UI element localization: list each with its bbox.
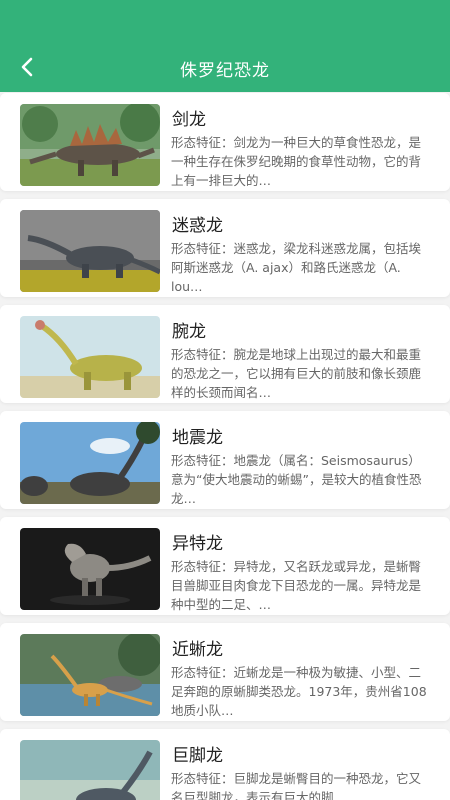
- dinosaur-thumbnail: [20, 422, 160, 504]
- list-item[interactable]: 地震龙 形态特征：地震龙（属名：Seismosaurus）意为“使大地震动的蜥蜴…: [0, 411, 450, 509]
- dinosaur-name: 地震龙: [172, 428, 223, 448]
- dinosaur-description: 形态特征：近蜥龙是一种极为敏捷、小型、二足奔跑的原蜥脚类恐龙。1973年，贵州省…: [171, 665, 427, 718]
- list-item[interactable]: 腕龙 形态特征：腕龙是地球上出现过的最大和最重的恐龙之一，它以拥有巨大的前肢和像…: [0, 305, 450, 403]
- dinosaur-name: 异特龙: [172, 534, 223, 554]
- dinosaur-name: 腕龙: [172, 322, 206, 342]
- list-item[interactable]: 剑龙 形态特征：剑龙为一种巨大的草食性恐龙，是一种生存在侏罗纪晚期的食草性动物，…: [0, 93, 450, 191]
- dinosaur-name: 近蜥龙: [172, 640, 223, 660]
- page-title: 侏罗纪恐龙: [180, 61, 270, 81]
- list-item[interactable]: 迷惑龙 形态特征：迷惑龙，梁龙科迷惑龙属，包括埃阿斯迷惑龙（A. ajax）和路…: [0, 199, 450, 297]
- dinosaur-name: 迷惑龙: [172, 216, 223, 236]
- app-header: 侏罗纪恐龙: [0, 0, 450, 92]
- list-item[interactable]: 巨脚龙 形态特征：巨脚龙是蜥臀目的一种恐龙，它又名巨型脚龙，表示有巨大的脚…: [0, 729, 450, 800]
- dinosaur-description: 形态特征：巨脚龙是蜥臀目的一种恐龙，它又名巨型脚龙，表示有巨大的脚…: [171, 771, 422, 800]
- dinosaur-thumbnail: [20, 634, 160, 716]
- dinosaur-thumbnail: [20, 316, 160, 398]
- dinosaur-description: 形态特征：迷惑龙，梁龙科迷惑龙属，包括埃阿斯迷惑龙（A. ajax）和路氏迷惑龙…: [171, 241, 422, 294]
- dinosaur-description: 形态特征：剑龙为一种巨大的草食性恐龙，是一种生存在侏罗纪晚期的食草性动物，它的背…: [171, 135, 422, 188]
- dinosaur-name: 剑龙: [172, 110, 206, 130]
- list-item[interactable]: 异特龙 形态特征：异特龙，又名跃龙或异龙，是蜥臀目兽脚亚目肉食龙下目恐龙的一属。…: [0, 517, 450, 615]
- dinosaur-description: 形态特征：腕龙是地球上出现过的最大和最重的恐龙之一，它以拥有巨大的前肢和像长颈鹿…: [171, 347, 422, 400]
- dinosaur-description: 形态特征：地震龙（属名：Seismosaurus）意为“使大地震动的蜥蜴”，是较…: [171, 453, 422, 506]
- dinosaur-thumbnail: [20, 104, 160, 186]
- dinosaur-description: 形态特征：异特龙，又名跃龙或异龙，是蜥臀目兽脚亚目肉食龙下目恐龙的一属。异特龙是…: [171, 559, 422, 612]
- dinosaur-name: 巨脚龙: [172, 746, 223, 766]
- dinosaur-thumbnail: [20, 210, 160, 292]
- dinosaur-thumbnail: [20, 740, 160, 800]
- dinosaur-thumbnail: [20, 528, 160, 610]
- list-item[interactable]: 近蜥龙 形态特征：近蜥龙是一种极为敏捷、小型、二足奔跑的原蜥脚类恐龙。1973年…: [0, 623, 450, 721]
